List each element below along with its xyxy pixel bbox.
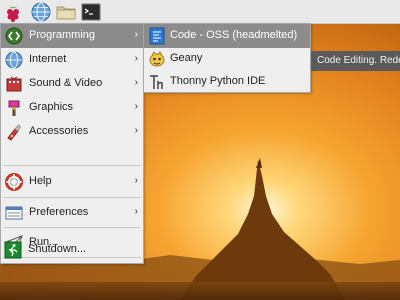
internet-globe-icon xyxy=(5,51,23,69)
menu-item-label: Accessories xyxy=(29,125,89,137)
geany-icon xyxy=(148,50,166,68)
web-browser-icon[interactable] xyxy=(30,1,52,23)
menu-item-label: Sound & Video xyxy=(29,77,103,89)
menu-item-shutdown[interactable]: Shutdown... xyxy=(0,238,144,262)
menu-separator xyxy=(3,165,141,166)
menu-item-help[interactable]: Help › xyxy=(1,170,143,194)
submenu-item-geany[interactable]: Geany xyxy=(144,47,310,71)
submenu-arrow-icon: › xyxy=(134,175,138,186)
sound-video-icon xyxy=(5,75,23,93)
accessories-knife-icon xyxy=(5,123,23,141)
menu-item-label: Graphics xyxy=(29,101,74,113)
submenu-arrow-icon: › xyxy=(134,101,138,112)
preferences-icon xyxy=(5,204,23,222)
thonny-icon xyxy=(148,73,166,91)
submenu-arrow-icon: › xyxy=(134,29,138,40)
raspberry-menu-icon[interactable] xyxy=(2,1,24,23)
menu-separator xyxy=(3,227,141,228)
menu-item-label: Help xyxy=(29,175,52,187)
menu-item-internet[interactable]: Internet › xyxy=(1,48,143,72)
menu-item-label: Internet xyxy=(29,53,67,65)
code-oss-icon xyxy=(148,27,166,45)
menu-item-label: Shutdown... xyxy=(28,243,87,255)
submenu-arrow-icon: › xyxy=(134,206,138,217)
submenu-item-label: Geany xyxy=(170,52,203,64)
graphics-icon xyxy=(5,99,23,117)
shutdown-exit-icon xyxy=(4,241,22,259)
taskbar xyxy=(0,0,400,24)
menu-item-label: Preferences xyxy=(29,206,89,218)
menu-item-label: Programming xyxy=(29,29,96,41)
submenu-item-label: Thonny Python IDE xyxy=(170,75,266,87)
submenu-arrow-icon: › xyxy=(134,53,138,64)
menu-item-preferences[interactable]: Preferences › xyxy=(1,201,143,225)
submenu-arrow-icon: › xyxy=(134,125,138,136)
menu-item-accessories[interactable]: Accessories › xyxy=(1,120,143,144)
application-menu: Programming › Internet › Sound & Video › xyxy=(0,23,144,264)
menu-item-graphics[interactable]: Graphics › xyxy=(1,96,143,120)
menu-item-sound-video[interactable]: Sound & Video › xyxy=(1,72,143,96)
menu-item-programming[interactable]: Programming › xyxy=(1,24,143,48)
help-lifebuoy-icon xyxy=(5,173,23,191)
submenu-item-label: Code - OSS (headmelted) xyxy=(170,29,298,41)
tooltip: Code Editing. Rede xyxy=(311,51,400,71)
terminal-icon[interactable] xyxy=(80,1,102,23)
programming-submenu: Code - OSS (headmelted) Geany Thonny Pyt… xyxy=(143,23,311,93)
submenu-arrow-icon: › xyxy=(134,77,138,88)
submenu-item-code-oss[interactable]: Code - OSS (headmelted) xyxy=(144,24,310,48)
programming-icon xyxy=(5,27,23,45)
submenu-item-thonny[interactable]: Thonny Python IDE xyxy=(144,70,310,94)
menu-separator xyxy=(3,197,141,198)
file-manager-icon[interactable] xyxy=(55,1,77,23)
